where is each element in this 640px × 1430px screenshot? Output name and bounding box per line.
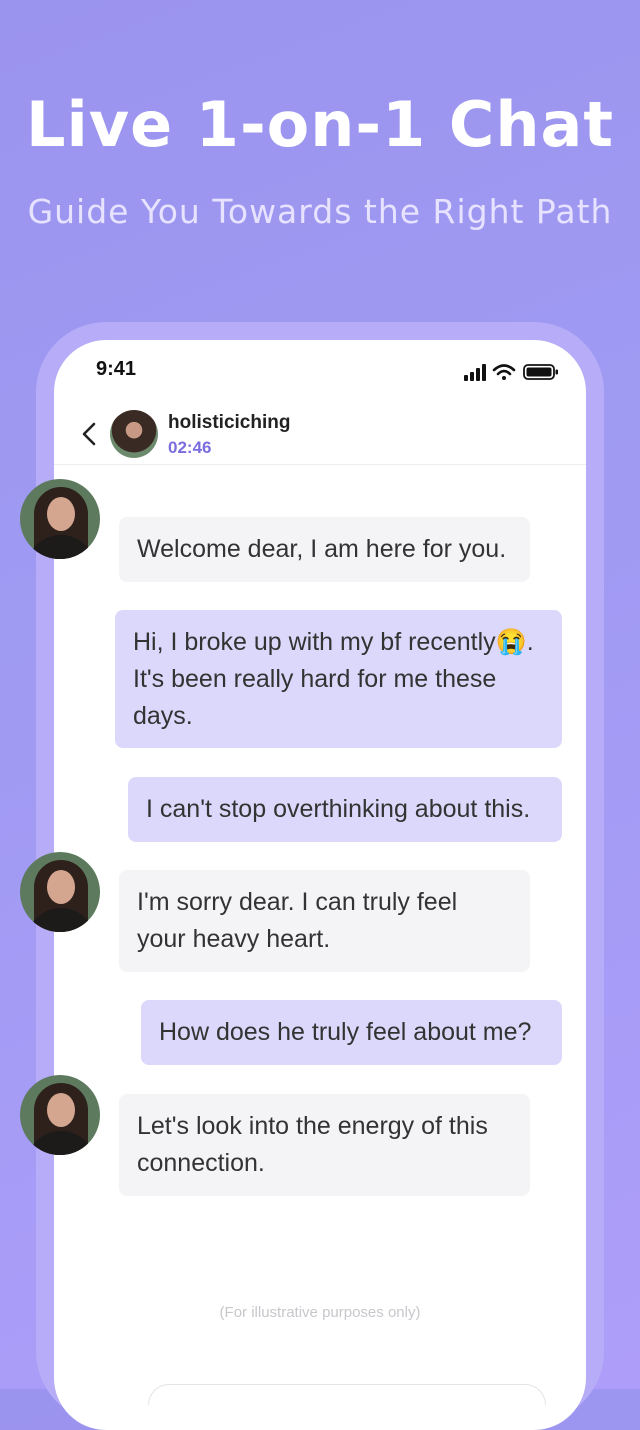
advisor-message: Let's look into the energy of this conne…	[119, 1094, 530, 1196]
status-icons	[464, 364, 558, 381]
advisor-avatar[interactable]	[110, 410, 158, 458]
signal-icon	[464, 364, 486, 381]
chevron-left-icon[interactable]	[78, 420, 100, 448]
advisor-name: holisticiching	[168, 412, 291, 433]
status-time: 9:41	[96, 358, 137, 380]
user-message: How does he truly feel about me?	[141, 1000, 562, 1065]
advisor-avatar	[20, 479, 100, 559]
session-timer: 02:46	[168, 438, 212, 457]
advisor-avatar	[20, 1075, 100, 1155]
advisor-message: I'm sorry dear. I can truly feel your he…	[119, 870, 530, 972]
user-message: Hi, I broke up with my bf recently😭. It'…	[115, 610, 562, 748]
user-message: I can't stop overthinking about this.	[128, 777, 562, 842]
advisor-message: Welcome dear, I am here for you.	[119, 517, 530, 582]
chat-header: holisticiching 02:46	[54, 400, 586, 465]
wifi-icon	[492, 364, 516, 380]
message-input[interactable]	[148, 1384, 546, 1405]
illustrative-disclaimer: (For illustrative purposes only)	[219, 1304, 421, 1321]
battery-icon	[523, 364, 558, 380]
advisor-avatar	[20, 852, 100, 932]
promo-subhead: Guide You Towards the Right Path	[27, 192, 613, 231]
promo-headline: Live 1-on-1 Chat	[26, 88, 614, 161]
